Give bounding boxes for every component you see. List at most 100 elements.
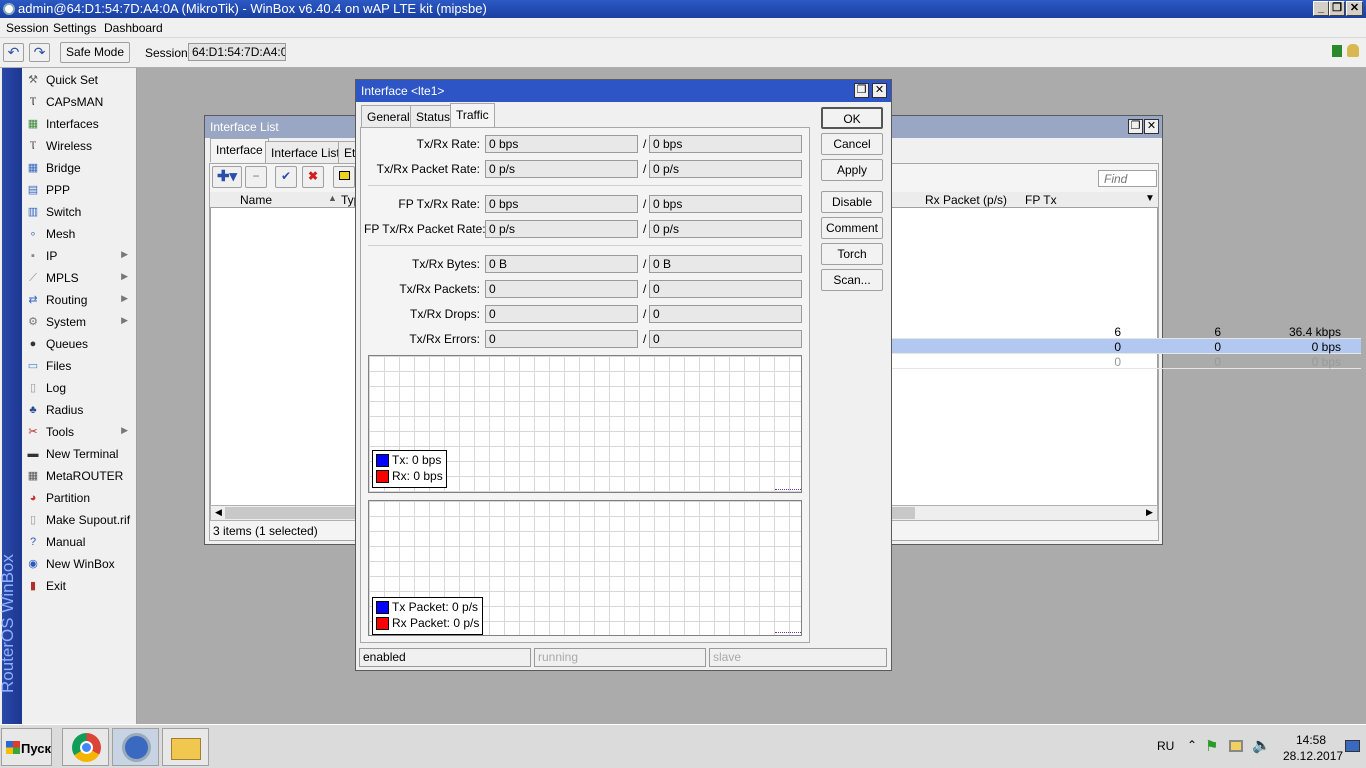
- safe-mode-button[interactable]: Safe Mode: [60, 42, 130, 63]
- disable-button[interactable]: Disable: [821, 191, 883, 213]
- winbox-icon: ◉: [28, 558, 38, 570]
- sidebar-item-ip[interactable]: ▪ IP ▶: [22, 245, 136, 267]
- sidebar-item-new-terminal[interactable]: ▬ New Terminal: [22, 443, 136, 465]
- sidebar-item-manual[interactable]: ? Manual: [22, 531, 136, 553]
- winbox-taskbar-button[interactable]: [112, 728, 159, 766]
- sidebar-item-bridge[interactable]: ▦ Bridge: [22, 157, 136, 179]
- sidebar-item-switch[interactable]: ▥ Switch: [22, 201, 136, 223]
- row-fp-tx: 36.4 kbps: [1288, 325, 1341, 339]
- network-icon[interactable]: [1229, 740, 1243, 752]
- sidebar-item-routing[interactable]: ⇄ Routing ▶: [22, 289, 136, 311]
- sidebar-item-wireless[interactable]: Ⲧ Wireless: [22, 135, 136, 157]
- redo-button[interactable]: ↷: [29, 43, 50, 62]
- sidebar-item-partition[interactable]: ◕ Partition: [22, 487, 136, 509]
- disable-button[interactable]: ✖: [302, 166, 324, 188]
- sidebar-item-quick-set[interactable]: ⚒ Quick Set: [22, 69, 136, 91]
- clock-time[interactable]: 14:58: [1296, 733, 1326, 747]
- remove-button[interactable]: −: [245, 166, 267, 188]
- winbox-logo-icon: [3, 3, 15, 15]
- action-center-flag-icon[interactable]: ⚑: [1205, 737, 1218, 755]
- comment-button[interactable]: Comment: [821, 217, 883, 239]
- enable-button[interactable]: ✔: [275, 166, 297, 188]
- dialog-titlebar: Interface <lte1> ❐ ✕: [356, 80, 891, 102]
- tx-color-swatch: [376, 454, 389, 468]
- label-fp-tx-rx-rate: FP Tx/Rx Rate:: [398, 197, 480, 211]
- col-rx-packet[interactable]: Rx Packet (p/s): [925, 193, 1007, 207]
- sidebar-item-metarouter[interactable]: ▦ MetaROUTER: [22, 465, 136, 487]
- undo-button[interactable]: ↶: [3, 43, 24, 62]
- menu-dashboard[interactable]: Dashboard: [104, 21, 163, 35]
- scroll-right-icon[interactable]: ▶: [1146, 507, 1153, 518]
- close-icon[interactable]: ✕: [1144, 119, 1159, 134]
- start-button[interactable]: Пуск: [1, 728, 52, 766]
- row-rx-packet: 0: [1214, 355, 1221, 369]
- maximize-button[interactable]: ❐: [1329, 1, 1345, 16]
- tx-packet-color-swatch: [376, 601, 389, 615]
- sidebar-item-label: Tools: [46, 425, 75, 439]
- language-indicator[interactable]: RU: [1157, 739, 1174, 753]
- chrome-taskbar-button[interactable]: [62, 728, 109, 766]
- show-desktop-icon[interactable]: [1345, 740, 1360, 752]
- menu-session[interactable]: Session: [6, 21, 49, 35]
- sidebar-item-new-winbox[interactable]: ◉ New WinBox: [22, 553, 136, 575]
- sidebar-item-make-supout-rif[interactable]: ▯ Make Supout.rif: [22, 509, 136, 531]
- row-rx-packet: 0: [1214, 340, 1221, 354]
- find-input[interactable]: [1098, 170, 1157, 187]
- antenna-icon: Ⲧ: [29, 96, 37, 108]
- routing-icon: ⇄: [28, 294, 38, 306]
- torch-button[interactable]: Torch: [821, 243, 883, 265]
- explorer-taskbar-button[interactable]: [162, 728, 209, 766]
- restore-icon[interactable]: ❐: [1128, 119, 1143, 134]
- clock-date[interactable]: 28.12.2017: [1283, 749, 1343, 763]
- sidebar-item-radius[interactable]: ♣ Radius: [22, 399, 136, 421]
- field-tx-rx-packets-rx: 0: [649, 280, 802, 298]
- submenu-arrow-icon: ▶: [121, 425, 128, 435]
- minimize-button[interactable]: _: [1313, 1, 1329, 16]
- restore-icon[interactable]: ❐: [854, 83, 869, 98]
- field-tx-rx-packets-tx: 0: [485, 280, 638, 298]
- tab-interface[interactable]: Interface: [210, 138, 269, 162]
- menu-settings[interactable]: Settings: [53, 21, 96, 35]
- sidebar-item-label: PPP: [46, 183, 71, 197]
- tab-general[interactable]: General: [361, 105, 416, 127]
- window-title: admin@64:D1:54:7D:A4:0A (MikroTik) - Win…: [18, 1, 487, 16]
- sidebar-item-interfaces[interactable]: ▦ Interfaces: [22, 113, 136, 135]
- row-value: 0: [1114, 355, 1121, 369]
- close-button[interactable]: ✕: [1346, 1, 1363, 16]
- sidebar-item-log[interactable]: ▯ Log: [22, 377, 136, 399]
- scan-button[interactable]: Scan...: [821, 269, 883, 291]
- sidebar-item-mesh[interactable]: ∘ Mesh: [22, 223, 136, 245]
- sidebar-item-exit[interactable]: ▮ Exit: [22, 575, 136, 597]
- ok-button[interactable]: OK: [821, 107, 883, 129]
- sidebar-item-capsman[interactable]: Ⲧ CAPsMAN: [22, 91, 136, 113]
- submenu-arrow-icon: ▶: [121, 249, 128, 259]
- add-button[interactable]: ✚▾: [212, 166, 242, 188]
- sidebar-item-queues[interactable]: ● Queues: [22, 333, 136, 355]
- scroll-left-icon[interactable]: ◀: [215, 507, 222, 518]
- sidebar-item-system[interactable]: ⚙ System ▶: [22, 311, 136, 333]
- row-value: 6: [1114, 325, 1121, 339]
- comment-button[interactable]: [333, 166, 355, 188]
- sidebar-item-mpls[interactable]: ⟋ MPLS ▶: [22, 267, 136, 289]
- field-tx-rx-errors-tx: 0: [485, 330, 638, 348]
- columns-dropdown-icon[interactable]: ▼: [1145, 193, 1155, 204]
- tab-traffic[interactable]: Traffic: [450, 103, 495, 127]
- tab-interface-list[interactable]: Interface List: [265, 141, 346, 163]
- dialog-title: Interface <lte1>: [361, 84, 445, 98]
- cancel-button[interactable]: Cancel: [821, 133, 883, 155]
- show-hidden-icons-icon[interactable]: ⌃: [1187, 738, 1197, 752]
- rx-legend: Rx: 0 bps: [392, 469, 443, 483]
- col-name[interactable]: Name: [240, 193, 272, 207]
- windows-logo-icon: [6, 741, 20, 754]
- label-tx-rx-errors: Tx/Rx Errors:: [409, 332, 480, 346]
- sidebar-item-ppp[interactable]: ▤ PPP: [22, 179, 136, 201]
- close-icon[interactable]: ✕: [872, 83, 887, 98]
- separator-slash: /: [643, 197, 647, 211]
- apply-button[interactable]: Apply: [821, 159, 883, 181]
- rx-color-swatch: [376, 470, 389, 484]
- volume-icon[interactable]: 🔈: [1252, 736, 1271, 754]
- sidebar-item-tools[interactable]: ✂ Tools ▶: [22, 421, 136, 443]
- sidebar-item-files[interactable]: ▭ Files: [22, 355, 136, 377]
- sidebar-item-label: MetaROUTER: [46, 469, 124, 483]
- col-fp-tx[interactable]: FP Tx: [1025, 193, 1057, 207]
